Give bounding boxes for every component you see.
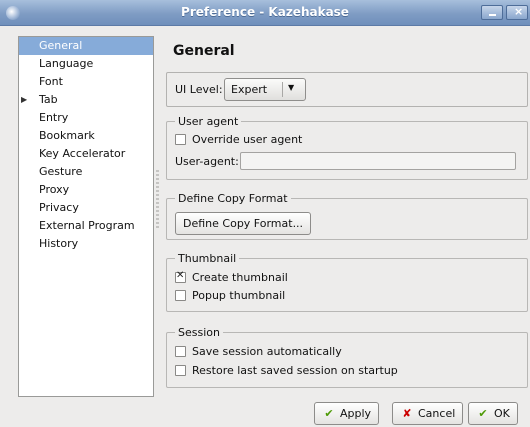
user-agent-input[interactable]: [240, 152, 516, 170]
sidebar-item-label: Tab: [39, 93, 58, 106]
sidebar-item-tab[interactable]: ▶ Tab: [19, 91, 153, 109]
create-thumbnail-checkbox[interactable]: [175, 270, 186, 283]
sidebar-item-label: General: [39, 39, 83, 52]
sidebar-item-history[interactable]: History: [19, 235, 153, 253]
dropdown-separator: [282, 82, 283, 97]
minimize-button[interactable]: [481, 5, 503, 20]
sidebar-item-label: Bookmark: [39, 129, 95, 142]
close-icon: ×: [514, 5, 524, 18]
apply-button[interactable]: ✔ Apply: [314, 402, 380, 425]
cancel-button-label: Cancel: [418, 407, 456, 420]
sidebar-item-label: History: [39, 237, 79, 250]
override-user-agent-label[interactable]: Override user agent: [192, 133, 302, 146]
category-list[interactable]: General Language Font ▶ Tab Entry Bookmark Key …: [18, 36, 154, 397]
sidebar-item-general[interactable]: General: [19, 37, 153, 55]
preference-window: Preference - Kazehakase × General Languag…: [0, 0, 530, 427]
save-session-checkbox[interactable]: [175, 346, 186, 357]
close-button[interactable]: ×: [506, 5, 528, 20]
sidebar-item-label: Proxy: [39, 183, 70, 196]
user-agent-field-label: User-agent:: [175, 155, 239, 168]
user-agent-group: User agent Override user agent User-agen…: [166, 115, 528, 180]
restore-session-label[interactable]: Restore last saved session on startup: [192, 364, 398, 377]
sidebar-item-font[interactable]: Font: [19, 73, 153, 91]
dialog-button-bar: ✔ Apply ✘ Cancel ✔ OK: [0, 399, 530, 427]
apply-button-label: Apply: [340, 407, 372, 420]
define-copy-format-button[interactable]: Define Copy Format...: [175, 212, 312, 235]
page-title: General: [173, 43, 235, 59]
restore-session-checkbox[interactable]: [175, 365, 186, 376]
title-bar[interactable]: Preference - Kazehakase ×: [0, 0, 530, 26]
sidebar-item-gesture[interactable]: Gesture: [19, 163, 153, 181]
create-thumbnail-label[interactable]: Create thumbnail: [192, 271, 288, 284]
pane-splitter-handle[interactable]: [156, 170, 159, 230]
session-legend: Session: [178, 326, 220, 339]
ui-level-box: UI Level: Expert ▼: [166, 72, 528, 107]
popup-thumbnail-label[interactable]: Popup thumbnail: [192, 289, 285, 302]
sidebar-item-label: Language: [39, 57, 94, 70]
sidebar-item-label: Key Accelerator: [39, 147, 126, 160]
ui-level-value: Expert: [231, 83, 268, 96]
ok-button[interactable]: ✔ OK: [468, 402, 518, 425]
sidebar-item-external-program[interactable]: External Program: [19, 217, 153, 235]
override-user-agent-checkbox[interactable]: [175, 134, 186, 145]
dropdown-arrow-icon: ▼: [288, 83, 295, 92]
copy-format-group: Define Copy Format Define Copy Format...: [166, 192, 528, 240]
sidebar-item-label: Gesture: [39, 165, 83, 178]
thumbnail-legend: Thumbnail: [178, 252, 237, 265]
sidebar-item-label: Font: [39, 75, 63, 88]
ui-level-dropdown[interactable]: Expert ▼: [224, 78, 306, 101]
check-icon: ✔: [324, 407, 334, 420]
sidebar-item-language[interactable]: Language: [19, 55, 153, 73]
save-session-label[interactable]: Save session automatically: [192, 345, 342, 358]
ok-button-label: OK: [494, 407, 510, 420]
sidebar-item-label: Entry: [39, 111, 69, 124]
session-group: Session Save session automatically Resto…: [166, 326, 528, 388]
sidebar-item-label: External Program: [39, 219, 135, 232]
sidebar-item-bookmark[interactable]: Bookmark: [19, 127, 153, 145]
sidebar-item-proxy[interactable]: Proxy: [19, 181, 153, 199]
sidebar-item-key-accelerator[interactable]: Key Accelerator: [19, 145, 153, 163]
sidebar-item-entry[interactable]: Entry: [19, 109, 153, 127]
check-icon: ✔: [478, 407, 488, 420]
cancel-button[interactable]: ✘ Cancel: [392, 402, 464, 425]
ui-level-label: UI Level:: [175, 83, 223, 96]
user-agent-legend: User agent: [178, 115, 239, 128]
window-title: Preference - Kazehakase: [181, 5, 349, 19]
sidebar-item-privacy[interactable]: Privacy: [19, 199, 153, 217]
cross-icon: ✘: [402, 407, 412, 420]
copy-format-legend: Define Copy Format: [178, 192, 288, 205]
sidebar-item-label: Privacy: [39, 201, 79, 214]
expander-arrow-icon[interactable]: ▶: [21, 91, 27, 109]
thumbnail-group: Thumbnail Create thumbnail Popup thumbna…: [166, 252, 528, 312]
popup-thumbnail-checkbox[interactable]: [175, 290, 186, 301]
